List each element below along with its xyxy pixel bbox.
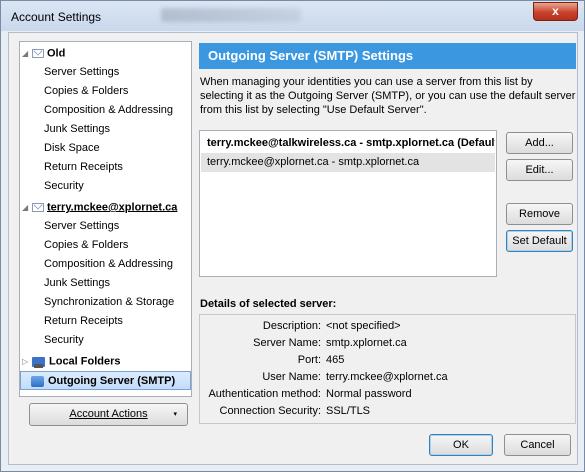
account-name-old: Old: [47, 47, 66, 60]
tree-item[interactable]: Security: [20, 331, 191, 350]
detail-key: Authentication method:: [208, 388, 321, 400]
local-folders-icon: [32, 356, 45, 368]
smtp-description: When managing your identities you can us…: [200, 76, 576, 116]
list-item[interactable]: terry.mckee@xplornet.ca - smtp.xplornet.…: [201, 153, 495, 172]
detail-key: Connection Security:: [219, 405, 322, 417]
ok-button[interactable]: OK: [429, 434, 493, 456]
tree-outgoing-server[interactable]: Outgoing Server (SMTP): [20, 371, 191, 390]
chevron-down-icon: ▾: [173, 411, 177, 418]
tree-item[interactable]: Copies & Folders: [20, 82, 191, 101]
account-tree[interactable]: ◢ Old Server Settings Copies & Folders Co…: [19, 41, 192, 397]
detail-value: terry.mckee@xplornet.ca: [326, 371, 448, 383]
title-bar[interactable]: Account Settings x: [1, 1, 584, 31]
smtp-server-list[interactable]: terry.mckee@talkwireless.ca - smtp.xplor…: [199, 130, 497, 277]
tree-item[interactable]: Junk Settings: [20, 274, 191, 293]
remove-button[interactable]: Remove: [506, 203, 573, 225]
detail-value: <not specified>: [326, 320, 401, 332]
expander-icon[interactable]: ◢: [22, 44, 32, 63]
account-actions-label: Account Actions: [69, 408, 148, 420]
tree-item[interactable]: Disk Space: [20, 139, 191, 158]
outgoing-server-icon: [31, 375, 44, 387]
detail-key: User Name:: [262, 371, 321, 383]
local-folders-label: Local Folders: [49, 355, 121, 368]
detail-row: Connection Security: SSL/TLS: [200, 403, 575, 420]
detail-row: Authentication method: Normal password: [200, 386, 575, 403]
account-actions-button[interactable]: Account Actions ▾: [29, 403, 188, 426]
edit-button[interactable]: Edit...: [506, 159, 573, 181]
detail-key: Description:: [262, 320, 321, 332]
server-details-panel: Description: <not specified> Server Name…: [199, 314, 576, 424]
tree-item[interactable]: Composition & Addressing: [20, 255, 191, 274]
add-button[interactable]: Add...: [506, 132, 573, 154]
mail-account-icon: [32, 49, 44, 58]
tree-item[interactable]: Synchronization & Storage: [20, 293, 191, 312]
detail-key: Port:: [297, 354, 321, 366]
account-settings-window: Account Settings x ◢ Old Server Settings …: [0, 0, 585, 472]
detail-row: User Name: terry.mckee@xplornet.ca: [200, 369, 575, 386]
expander-icon[interactable]: ▷: [22, 352, 32, 371]
detail-value: Normal password: [326, 388, 412, 400]
tree-account-xplornet[interactable]: ◢ terry.mckee@xplornet.ca: [20, 198, 191, 217]
detail-row: Port: 465: [200, 352, 575, 369]
close-button[interactable]: x: [533, 2, 578, 21]
tree-item[interactable]: Return Receipts: [20, 312, 191, 331]
window-title: Account Settings: [11, 10, 102, 24]
expander-icon[interactable]: ◢: [22, 198, 32, 217]
page-title: Outgoing Server (SMTP) Settings: [199, 43, 576, 69]
detail-row: Description: <not specified>: [200, 318, 575, 335]
tree-account-old[interactable]: ◢ Old: [20, 44, 191, 63]
tree-item[interactable]: Server Settings: [20, 63, 191, 82]
tree-local-folders[interactable]: ▷ Local Folders: [20, 352, 191, 371]
set-default-button[interactable]: Set Default: [506, 230, 573, 252]
details-heading: Details of selected server:: [200, 298, 337, 310]
tree-item[interactable]: Security: [20, 177, 191, 196]
detail-key: Server Name:: [253, 337, 321, 349]
detail-row: Server Name: smtp.xplornet.ca: [200, 335, 575, 352]
tree-item[interactable]: Server Settings: [20, 217, 191, 236]
detail-value: 465: [326, 354, 345, 366]
tree-item[interactable]: Return Receipts: [20, 158, 191, 177]
detail-value: smtp.xplornet.ca: [326, 337, 407, 349]
detail-value: SSL/TLS: [326, 405, 371, 417]
tree-item[interactable]: Composition & Addressing: [20, 101, 191, 120]
tree-item[interactable]: Copies & Folders: [20, 236, 191, 255]
outgoing-server-label: Outgoing Server (SMTP): [48, 375, 176, 387]
account-name-xplornet: terry.mckee@xplornet.ca: [47, 201, 178, 214]
mail-account-icon: [32, 203, 44, 212]
blurred-background-title: [161, 8, 301, 22]
list-item[interactable]: terry.mckee@talkwireless.ca - smtp.xplor…: [201, 134, 495, 153]
tree-item[interactable]: Junk Settings: [20, 120, 191, 139]
cancel-button[interactable]: Cancel: [504, 434, 571, 456]
